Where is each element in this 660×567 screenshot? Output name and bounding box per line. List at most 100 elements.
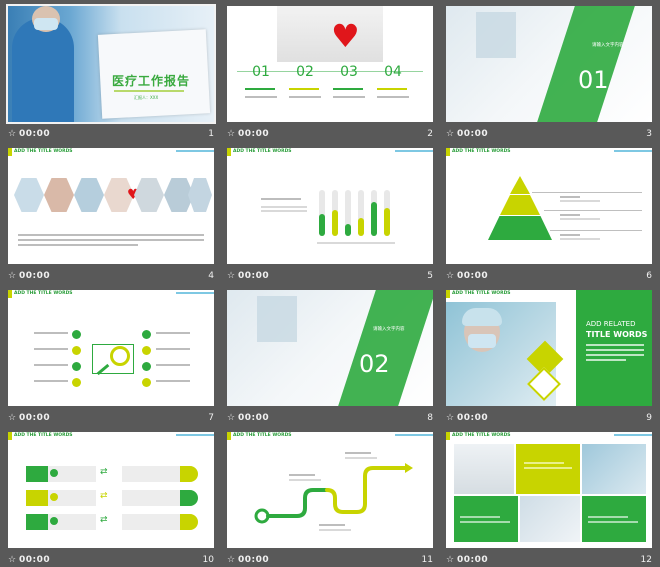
slide-thumbnail-2[interactable]: ♥ 01 02 03 04 — [227, 6, 433, 122]
circle-icon — [142, 362, 151, 371]
star-icon: ☆ — [227, 413, 236, 423]
circle-icon — [72, 330, 81, 339]
hexagon-photo — [188, 178, 212, 212]
star-icon: ☆ — [8, 413, 17, 423]
slide-thumbnail-3[interactable]: 01 请输入文字内容 — [446, 6, 652, 122]
slide-thumbnail-4[interactable]: ADD THE TITLE WORDS ♥ — [8, 148, 214, 264]
header-accent — [227, 148, 231, 156]
xray-film — [257, 296, 297, 342]
panel-text — [586, 359, 626, 361]
cover-title: 医疗工作报告 — [112, 74, 191, 88]
item-text — [377, 96, 409, 98]
item-text — [333, 96, 365, 98]
star-icon: ☆ — [8, 129, 17, 139]
slide-header: ADD THE TITLE WORDS — [14, 433, 73, 438]
slide-number: 12 — [640, 555, 652, 565]
item-text — [245, 88, 275, 90]
star-icon: ☆ — [446, 129, 455, 139]
hexagon-photo — [134, 178, 164, 212]
slide-duration: 00:00 — [457, 555, 489, 565]
slide-duration: 00:00 — [238, 555, 270, 565]
slide-thumbnail-1[interactable]: 医疗工作报告 汇报人：XXX — [6, 4, 216, 124]
slide-duration: 00:00 — [238, 271, 270, 281]
slide-number: 10 — [202, 555, 214, 565]
green-block — [454, 496, 518, 542]
slide-meta-8: ☆ 00:00 8 — [227, 411, 433, 425]
slide-duration: 00:00 — [238, 413, 270, 423]
point-text — [560, 200, 600, 202]
slide-meta-11: ☆ 00:00 11 — [227, 553, 433, 567]
slide-thumbnail-8[interactable]: 02 请输入文字内容 — [227, 290, 433, 406]
slide-thumbnail-12[interactable]: ADD THE TITLE WORDS — [446, 432, 652, 548]
pyramid-top — [510, 176, 530, 194]
body-text — [18, 234, 204, 236]
slide-thumbnail-11[interactable]: ADD THE TITLE WORDS — [227, 432, 433, 548]
block-text — [588, 521, 638, 523]
section-number: 01 — [578, 66, 609, 94]
slide-header: ADD THE TITLE WORDS — [452, 433, 511, 438]
xray-film — [476, 12, 516, 58]
item-02: 02 — [296, 64, 314, 80]
double-arrow-icon: ⇄ — [100, 515, 108, 525]
header-accent — [446, 148, 450, 156]
face-mask — [34, 18, 58, 30]
leader-line — [532, 192, 642, 193]
item-text — [156, 348, 190, 350]
check-icon — [50, 517, 58, 525]
slide-thumbnail-5[interactable]: ADD THE TITLE WORDS — [227, 148, 433, 264]
slide-duration: 00:00 — [457, 413, 489, 423]
hexagon-photo — [14, 178, 44, 212]
section-number: 02 — [359, 350, 390, 378]
doctor-photo — [454, 444, 514, 494]
body-text — [18, 244, 138, 246]
slide-thumbnail-7[interactable]: ADD THE TITLE WORDS — [8, 290, 214, 406]
bar-fill — [319, 214, 325, 236]
section-label: 请输入文字内容 — [373, 327, 405, 332]
item-01: 01 — [252, 64, 270, 80]
slide-meta-3: ☆ 00:00 3 — [446, 127, 652, 141]
title-panel — [576, 290, 652, 406]
path-arrowhead — [405, 463, 413, 473]
path-yellow — [325, 466, 407, 514]
header-accent-line — [395, 150, 433, 152]
bar-fill — [384, 208, 390, 236]
slide-duration: 00:00 — [457, 129, 489, 139]
slide-thumbnail-6[interactable]: ADD THE TITLE WORDS — [446, 148, 652, 264]
row-tag — [180, 490, 198, 506]
header-accent-line — [176, 150, 214, 152]
chart-axis-label — [317, 242, 395, 244]
panel-title-2: TITLE WORDS — [586, 330, 648, 339]
item-text — [245, 96, 277, 98]
panel-title-1: ADD RELATED — [586, 320, 636, 328]
surgeon-mask — [468, 334, 496, 348]
slide-number: 6 — [646, 271, 652, 281]
slide-meta-6: ☆ 00:00 6 — [446, 269, 652, 283]
circle-icon — [72, 378, 81, 387]
milestone-text — [345, 452, 371, 454]
item-text — [34, 332, 68, 334]
milestone-text — [289, 474, 315, 476]
star-icon: ☆ — [227, 271, 236, 281]
chart-caption — [261, 206, 307, 208]
row-tag — [180, 514, 198, 530]
slide-number: 11 — [421, 555, 433, 565]
slide-header: ADD THE TITLE WORDS — [233, 149, 292, 154]
header-accent — [8, 290, 12, 298]
magnifier-icon — [110, 346, 130, 366]
slide-header: ADD THE TITLE WORDS — [14, 291, 73, 296]
yellow-block — [516, 444, 580, 494]
milestone-text — [289, 479, 321, 481]
slide-duration: 00:00 — [19, 555, 51, 565]
body-text — [18, 239, 204, 241]
slide-meta-5: ☆ 00:00 5 — [227, 269, 433, 283]
block-text — [460, 516, 500, 518]
slide-thumbnail-10[interactable]: ADD THE TITLE WORDS ⇄ ⇄ ⇄ — [8, 432, 214, 548]
point-text — [560, 196, 580, 198]
bar-fill — [345, 224, 351, 236]
item-04: 04 — [384, 64, 402, 80]
slide-meta-2: ☆ 00:00 2 — [227, 127, 433, 141]
slide-thumbnail-9[interactable]: ADD THE TITLE WORDS ADD RELATED TITLE WO… — [446, 290, 652, 406]
slide-number: 1 — [208, 129, 214, 139]
point-text — [560, 214, 580, 216]
slide-header: ADD THE TITLE WORDS — [14, 149, 73, 154]
